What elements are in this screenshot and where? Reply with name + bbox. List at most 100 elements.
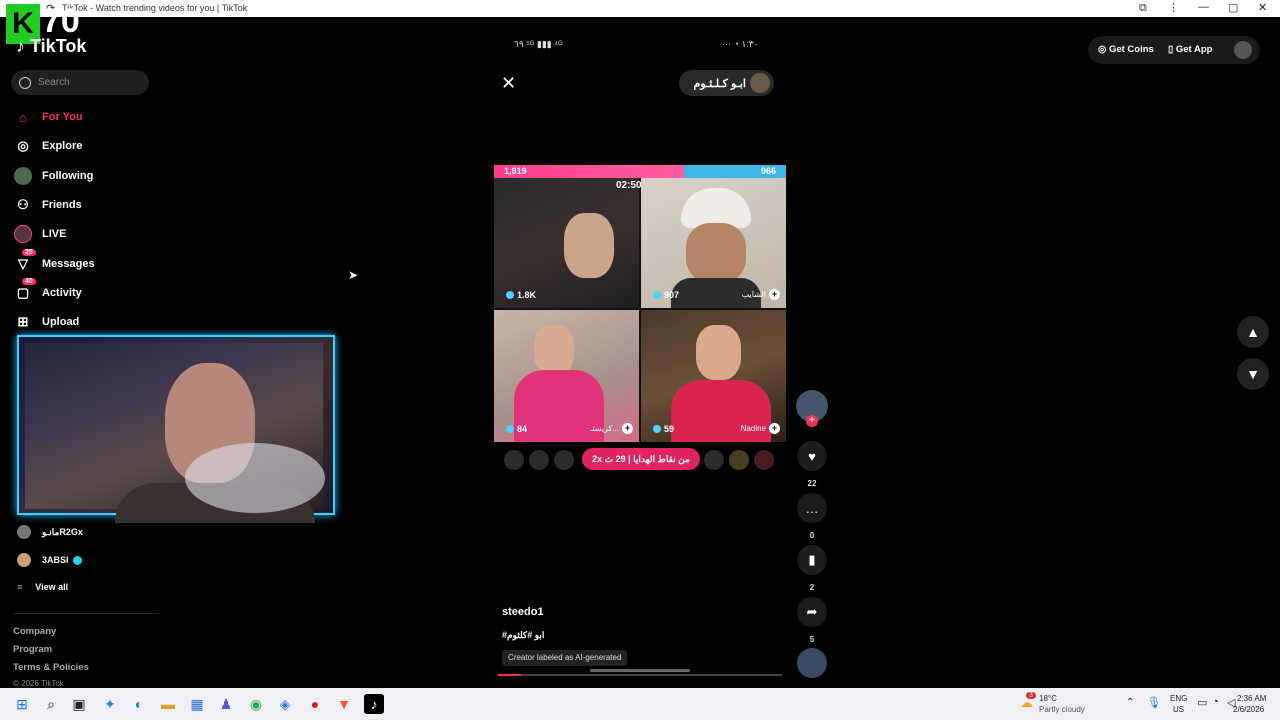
follow-plus-icon[interactable]: + [622, 423, 633, 434]
extensions-icon[interactable]: ⧉ [1139, 2, 1147, 15]
sidebar-item-live[interactable]: LIVE [14, 223, 154, 245]
sidebar-item-upload[interactable]: ⊞ Upload [14, 311, 154, 333]
windows-start-icon[interactable]: ⊞ [12, 694, 32, 714]
list-icon: ≡ [17, 582, 23, 592]
follow-plus-icon[interactable]: + [769, 289, 780, 300]
file-explorer-icon[interactable]: ▬ [158, 694, 178, 714]
creator-avatar[interactable]: + [796, 390, 828, 427]
footer-link-company[interactable]: Company [13, 626, 56, 637]
search-icon [19, 76, 31, 89]
footer-link-program[interactable]: Program [13, 644, 52, 655]
tiktok-logo[interactable]: ♪ TikTok [16, 36, 86, 57]
gift-points-icon [506, 425, 514, 433]
avatar [554, 450, 574, 470]
scrub-handle[interactable] [590, 669, 690, 672]
follow-plus-icon[interactable]: + [806, 415, 818, 427]
like-button[interactable]: ♥ 22 [797, 441, 827, 488]
sidebar-item-activity[interactable]: ▢ 40 Activity [14, 278, 154, 304]
view-all-label: View all [35, 582, 69, 592]
chevron-up-icon[interactable]: ⌃ [1126, 697, 1134, 708]
tile-username[interactable]: كريستـ... + [590, 423, 633, 434]
store-icon[interactable]: ▦ [187, 694, 207, 714]
sidebar-item-explore[interactable]: ◎ Explore [14, 135, 154, 157]
sidebar-item-label: Following [42, 170, 94, 182]
chrome-icon[interactable]: ◉ [246, 694, 266, 714]
compass-icon: ◎ [17, 138, 29, 153]
teams-icon[interactable]: ♟ [216, 694, 236, 714]
video-progress-bar[interactable] [498, 674, 782, 676]
minimize-button[interactable]: — [1198, 1, 1209, 13]
share-button[interactable]: ➦ 5 [797, 597, 827, 644]
region-indicator[interactable]: US [1173, 705, 1184, 714]
wifi-icon[interactable]: ◔ [1212, 696, 1219, 708]
tiktok-taskbar-icon[interactable]: ♪ [364, 694, 384, 714]
footer-link-terms[interactable]: Terms & Policies [13, 662, 89, 673]
network-icon[interactable]: ▭ [1197, 696, 1207, 709]
avatar [750, 73, 770, 93]
tile-username[interactable]: Nadine + [741, 423, 780, 434]
weather-desc[interactable]: Partly cloudy [1039, 705, 1085, 714]
gift-points-icon [653, 425, 661, 433]
tile-person [686, 223, 746, 283]
edge-icon[interactable]: ◐ [129, 694, 149, 714]
search-input[interactable]: Search [11, 70, 149, 95]
get-coins-button[interactable]: ◎ Get Coins [1098, 44, 1154, 55]
previous-video-button[interactable]: ▲ [1237, 316, 1269, 348]
task-view-icon[interactable]: ▣ [69, 694, 89, 714]
video-tile[interactable]: 59 Nadine + [641, 310, 786, 442]
tile-count: 59 [653, 424, 674, 434]
get-app-button[interactable]: ▯ Get App [1168, 44, 1212, 55]
sidebar-item-label: Messages [42, 258, 95, 270]
clock-date[interactable]: 2/6/2026 [1233, 705, 1264, 714]
get-app-label: Get App [1175, 44, 1213, 55]
share-icon: ➦ [797, 597, 827, 627]
following-account[interactable]: 3ABSI [17, 553, 82, 567]
tile-count-value: 84 [517, 424, 528, 434]
search-icon[interactable]: ⌕ [41, 694, 61, 714]
search-placeholder: Search [38, 77, 70, 88]
tile-username-label: Nadine [740, 424, 766, 433]
follow-plus-icon[interactable]: + [769, 423, 780, 434]
obs-icon[interactable]: ● [305, 694, 325, 714]
live-host-pill[interactable]: ابـو كـلـثـوم [679, 70, 774, 96]
close-window-button[interactable]: ✕ [1258, 1, 1267, 14]
next-video-button[interactable]: ▼ [1237, 358, 1269, 390]
brave-icon[interactable]: ▼ [334, 694, 354, 714]
tile-count: 1.8K [506, 290, 536, 300]
video-tile[interactable]: 1.8K [494, 178, 639, 308]
sidebar-item-for-you[interactable]: ⌂ For You [14, 106, 154, 128]
video-author[interactable]: steedo1 [502, 606, 544, 618]
weather-temp[interactable]: 18°C [1039, 694, 1057, 703]
profile-avatar[interactable] [1234, 41, 1252, 59]
video-hashtags[interactable]: #ابو #كلثوم [502, 630, 544, 641]
friends-icon: ⚇ [17, 197, 29, 212]
sidebar-item-friends[interactable]: ⚇ Friends [14, 194, 154, 216]
bookmark-button[interactable]: ▮ 2 [797, 545, 827, 592]
app-icon[interactable]: ◈ [275, 694, 295, 714]
microphone-icon[interactable]: 🎙 [1147, 696, 1161, 709]
video-tile[interactable]: 907 الشايب + [641, 178, 786, 308]
tile-count: 84 [506, 424, 527, 434]
maximize-button[interactable]: ▢ [1228, 1, 1238, 14]
following-account[interactable]: مانـوR2Gx [17, 525, 83, 539]
music-disc-avatar[interactable] [797, 648, 827, 678]
menu-dots-icon[interactable]: ⋮ [1168, 1, 1179, 14]
comment-button[interactable]: … 0 [797, 493, 827, 540]
video-tile[interactable]: 84 كريستـ... + [494, 310, 639, 442]
close-icon[interactable]: ✕ [501, 73, 516, 94]
sidebar-item-following[interactable]: Following [14, 165, 154, 187]
live-host-name: ابـو كـلـثـوم [693, 77, 746, 90]
tile-username[interactable]: الشايب + [742, 289, 780, 300]
tile-count-value: 59 [664, 424, 675, 434]
sidebar-item-messages[interactable]: ▽ 25 Messages [14, 249, 154, 275]
share-count: 5 [809, 635, 815, 644]
chevron-down-icon: ▼ [1246, 366, 1260, 382]
language-indicator[interactable]: ENG [1170, 694, 1187, 703]
live-video[interactable]: 1,919 966 1.8K 907 الشايب + 84 كريستـ... +… [494, 165, 786, 442]
view-all-link[interactable]: ≡ View all [17, 582, 68, 592]
clock-time[interactable]: 2:36 AM [1237, 694, 1266, 703]
copilot-icon[interactable]: ✦ [100, 694, 120, 714]
avatar [17, 525, 31, 539]
heart-icon: ♥ [797, 441, 827, 471]
weather-badge: 3 [1026, 692, 1036, 699]
